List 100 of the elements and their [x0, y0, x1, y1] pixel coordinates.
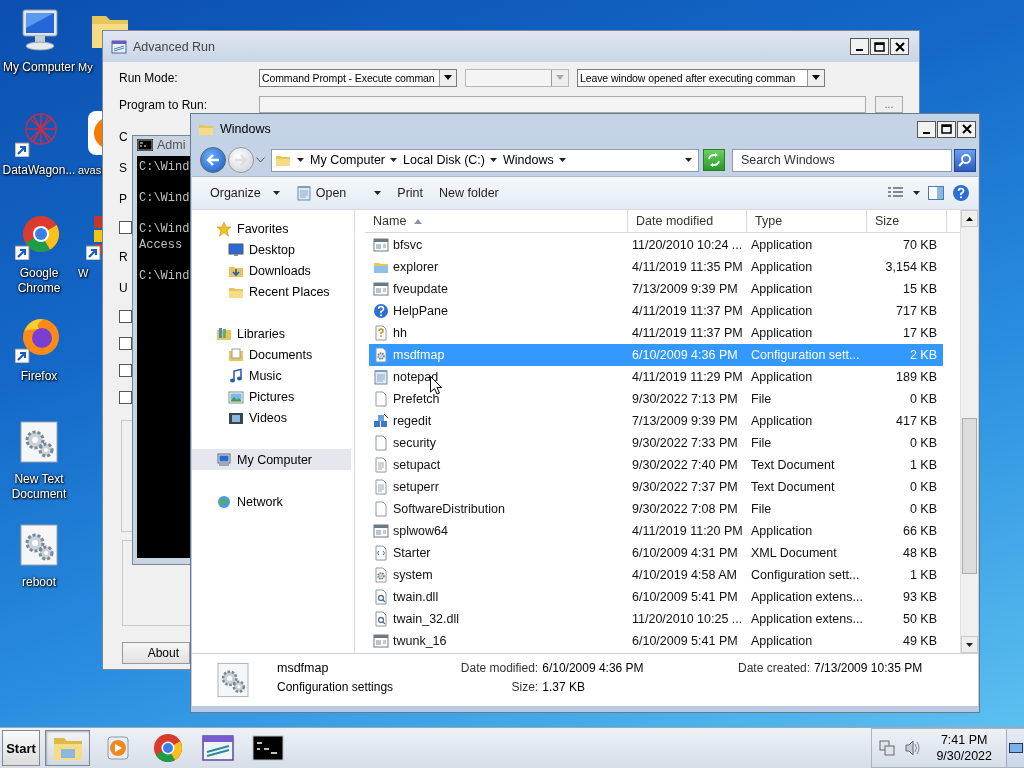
window-icon [201, 734, 234, 762]
nav-item[interactable]: Documents [192, 344, 351, 365]
close-button[interactable] [890, 38, 909, 55]
checkbox[interactable] [119, 364, 132, 377]
checkbox[interactable] [119, 221, 132, 234]
column-header[interactable]: Size [867, 210, 947, 232]
icon-label[interactable]: Firefox [1, 369, 77, 384]
minimize-button[interactable] [850, 38, 869, 55]
nav-item[interactable]: My Computer [192, 449, 351, 470]
start-button[interactable]: Start [2, 730, 40, 766]
nav-item[interactable]: Desktop [192, 239, 351, 260]
file-row[interactable]: splwow64 4/11/2019 11:20 PM Application 66 KB [369, 520, 943, 542]
file-row[interactable]: regedit 7/13/2009 9:39 PM Application 417 KB [369, 410, 943, 432]
file-name: splwow64 [393, 524, 448, 538]
file-row[interactable]: fveupdate 7/13/2009 9:39 PM Application 15 KB [369, 278, 943, 300]
breadcrumb-item[interactable]: Windows [503, 153, 566, 167]
dropdown[interactable]: Command Prompt - Execute comman [259, 68, 457, 87]
file-row[interactable]: explorer 4/11/2019 11:35 PM Application 3,154 KB [369, 256, 943, 278]
breadcrumb-item[interactable]: My Computer [310, 153, 398, 167]
checkbox[interactable] [119, 310, 132, 323]
clock-date[interactable]: 9/30/2022 [936, 748, 992, 764]
maximize-button[interactable] [937, 120, 956, 138]
icon-label[interactable]: My Computer [1, 60, 77, 75]
minimize-button[interactable] [917, 120, 936, 138]
nav-item[interactable]: Pictures [192, 386, 351, 407]
scroll-up-button[interactable] [961, 210, 978, 227]
file-row[interactable]: twain_32.dll 11/20/2010 10:25 ... Application extens... 50 KB [369, 608, 943, 630]
icon-label[interactable]: avas [78, 163, 102, 178]
nav-item[interactable]: Music [192, 365, 351, 386]
toolbar-button[interactable]: Print [391, 183, 430, 203]
nav-item[interactable]: Favorites [192, 218, 351, 239]
breadcrumb-item[interactable]: Local Disk (C:) [403, 153, 497, 167]
file-row[interactable]: twunk_16 6/10/2009 5:41 PM Application 49 KB [369, 630, 943, 652]
nav-item[interactable]: Videos [192, 407, 351, 428]
scrollbar-thumb[interactable] [962, 418, 977, 574]
window-title: Admi [157, 138, 186, 152]
document-icon [373, 545, 389, 561]
search-button[interactable] [954, 148, 976, 172]
view-options-icon[interactable] [887, 186, 905, 200]
star-icon [216, 220, 232, 237]
show-desktop-button[interactable] [1006, 729, 1024, 767]
icon-label[interactable]: Google Chrome [1, 266, 77, 296]
close-button[interactable] [957, 120, 976, 138]
clock-time[interactable]: 7:41 PM [940, 732, 988, 748]
nav-item[interactable]: Network [192, 491, 351, 512]
speaker-icon[interactable] [904, 739, 923, 757]
file-row[interactable]: system 4/10/2019 4:58 AM Configuration sett... 1 KB [369, 564, 943, 586]
forward-arrow-icon [234, 154, 248, 166]
table-cell-text: Application [750, 634, 814, 648]
preview-pane-icon[interactable] [928, 186, 944, 200]
file-row[interactable]: setuperr 9/30/2022 7:37 PM Text Document 0 KB [369, 476, 943, 498]
table-cell-text: Text Document [750, 458, 836, 472]
file-row[interactable]: Starter 6/10/2009 4:31 PM XML Document 48 KB [369, 542, 943, 564]
toolbar-button[interactable]: New folder [433, 183, 505, 203]
search-field[interactable]: Search Windows [732, 148, 952, 172]
scrollbar[interactable] [960, 210, 978, 653]
browse-button[interactable]: ... [875, 96, 903, 113]
checkbox[interactable] [119, 337, 132, 350]
file-row[interactable]: notepad 4/11/2019 11:29 PM Application 189 KB [369, 366, 943, 388]
icon-label[interactable]: New Text Document [1, 472, 77, 502]
dropdown[interactable]: Leave window opened after executing comman [577, 68, 825, 87]
icon-label[interactable]: My [78, 60, 93, 75]
icon-label[interactable]: W [78, 266, 89, 281]
table-cell-text: 11/20/2010 10:25 ... [631, 612, 744, 626]
scroll-down-button[interactable] [961, 636, 978, 653]
table-cell-text: 2 KB [908, 348, 938, 362]
help-icon[interactable] [952, 184, 970, 202]
nav-item[interactable]: Downloads [192, 260, 351, 281]
file-row[interactable]: bfsvc 11/20/2010 10:24 ... Application 70 KB [369, 234, 943, 256]
toolbar-button[interactable]: Organize [204, 183, 286, 203]
column-header[interactable]: Type [747, 210, 867, 232]
about-button[interactable]: About [122, 642, 190, 664]
icon-label[interactable]: DataWagon... [1, 163, 77, 178]
icon-label[interactable]: reboot [1, 575, 77, 590]
refresh-button[interactable] [703, 149, 725, 171]
file-row[interactable]: twain.dll 6/10/2009 5:41 PM Application extens... 93 KB [369, 586, 943, 608]
file-row[interactable]: SoftwareDistribution 9/30/2022 7:08 PM File 0 KB [369, 498, 943, 520]
network-icon[interactable] [878, 739, 897, 757]
file-row[interactable]: hh 4/11/2019 11:37 PM Application 17 KB [369, 322, 943, 344]
table-cell-text: 49 KB [901, 634, 938, 648]
file-row[interactable]: security 9/30/2022 7:33 PM File 0 KB [369, 432, 943, 454]
dropdown-arrow-icon [444, 75, 452, 80]
toolbar-button[interactable]: Open [289, 182, 388, 204]
checkbox[interactable] [119, 391, 132, 404]
table-cell-text: File [750, 392, 773, 406]
nav-item[interactable]: Recent Places [192, 281, 351, 302]
program-field[interactable] [259, 96, 866, 113]
maximize-button[interactable] [870, 38, 889, 55]
file-row[interactable]: Prefetch 9/30/2022 7:13 PM File 0 KB [369, 388, 943, 410]
nav-item[interactable]: Libraries [192, 323, 351, 344]
file-row[interactable]: setupact 9/30/2022 7:40 PM Text Document 1 KB [369, 454, 943, 476]
file-row[interactable]: HelpPane 4/11/2019 11:37 PM Application 717 KB [369, 300, 943, 322]
window-icon [373, 281, 389, 297]
address-bar[interactable]: My Computer Local Disk (C:) Windows [271, 148, 699, 172]
table-cell-text: 0 KB [908, 392, 938, 406]
table-cell-text: 4/10/2019 4:58 AM [631, 568, 738, 582]
file-name: explorer [393, 260, 439, 274]
column-header[interactable]: Name [365, 210, 628, 232]
back-button[interactable] [200, 147, 226, 173]
column-header[interactable]: Date modified [628, 210, 747, 232]
